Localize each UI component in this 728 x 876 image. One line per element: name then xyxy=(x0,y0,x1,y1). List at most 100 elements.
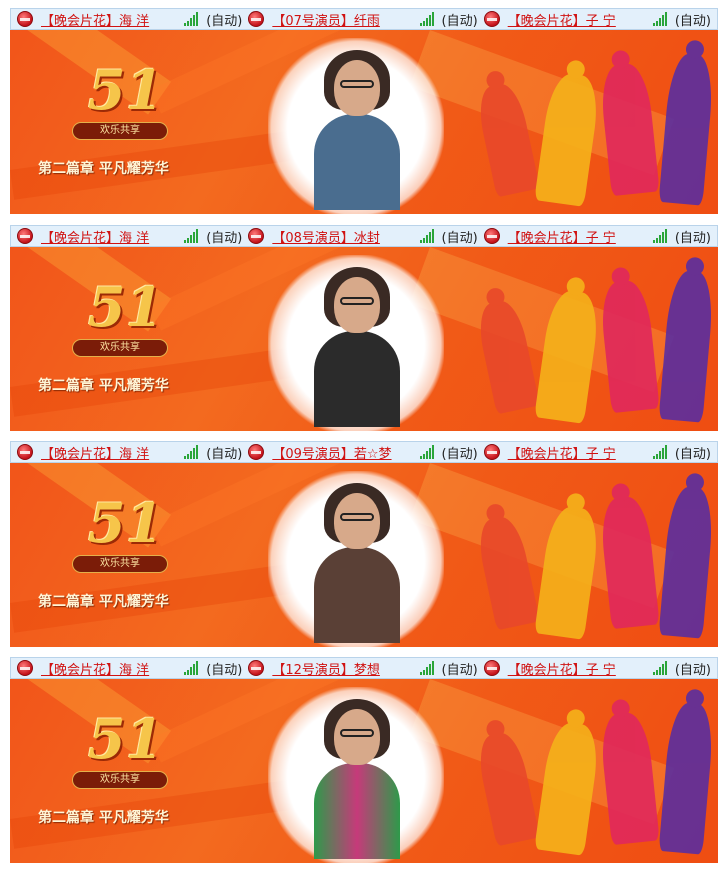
video-stage: 51 欢乐共享 第二篇章 平凡耀芳华 xyxy=(10,30,718,214)
video-panel-2: 【晚会片花】海 洋 (自动) 【08号演员】冰封 (自动) 【晚会片花】子 宁 … xyxy=(10,225,718,431)
user-name-link[interactable]: 【晚会片花】海 洋 xyxy=(41,443,184,462)
signal-strength-icon xyxy=(184,445,200,459)
performer-body xyxy=(314,763,400,859)
user-slot-left[interactable]: 【晚会片花】海 洋 (自动) xyxy=(11,442,248,462)
glasses-icon xyxy=(340,80,374,88)
channel-logo-icon xyxy=(483,444,500,460)
mode-label: (自动) xyxy=(441,662,478,678)
user-name-link[interactable]: 【晚会片花】子 宁 xyxy=(508,659,653,678)
channel-logo-icon xyxy=(483,660,500,676)
channel-logo-icon xyxy=(17,228,33,244)
user-name-link[interactable]: 【晚会片花】海 洋 xyxy=(41,659,184,678)
performer xyxy=(312,267,402,427)
mode-label: (自动) xyxy=(206,662,243,678)
mode-label: (自动) xyxy=(441,446,478,462)
dancer-silhouette xyxy=(534,492,602,640)
badge-number: 51 xyxy=(88,58,164,122)
performer xyxy=(312,699,402,859)
performer-video[interactable] xyxy=(268,687,444,863)
user-slot-center[interactable]: 【08号演员】冰封 (自动) xyxy=(248,226,483,246)
dancer-silhouette xyxy=(534,276,602,424)
banner-subtitle: 第二篇章 平凡耀芳华 xyxy=(38,594,169,610)
channel-logo-icon xyxy=(483,11,500,27)
performer-body xyxy=(314,114,400,210)
badge-number: 51 xyxy=(88,707,164,771)
signal-strength-icon xyxy=(652,661,669,675)
mode-label: (自动) xyxy=(674,230,711,246)
performer-face xyxy=(334,277,380,333)
panel-header: 【晚会片花】海 洋 (自动) 【08号演员】冰封 (自动) 【晚会片花】子 宁 … xyxy=(10,225,718,247)
user-slot-right[interactable]: 【晚会片花】子 宁 (自动) xyxy=(483,9,717,29)
badge-ribbon: 欢乐共享 xyxy=(72,122,168,140)
video-panel-4: 【晚会片花】海 洋 (自动) 【12号演员】梦想 (自动) 【晚会片花】子 宁 … xyxy=(10,657,718,863)
user-name-link[interactable]: 【12号演员】梦想 xyxy=(272,659,419,678)
channel-logo-icon xyxy=(17,660,33,676)
dancers-graphic xyxy=(465,39,716,214)
dancer-silhouette xyxy=(658,39,716,206)
signal-strength-icon xyxy=(184,661,200,675)
performer-video[interactable] xyxy=(268,255,444,431)
user-slot-left[interactable]: 【晚会片花】海 洋 (自动) xyxy=(11,658,248,678)
user-slot-left[interactable]: 【晚会片花】海 洋 (自动) xyxy=(11,226,248,246)
user-slot-left[interactable]: 【晚会片花】海 洋 (自动) xyxy=(11,9,248,29)
user-name-link[interactable]: 【07号演员】纤雨 xyxy=(272,10,419,29)
user-name-link[interactable]: 【晚会片花】海 洋 xyxy=(41,10,184,29)
signal-strength-icon xyxy=(184,229,200,243)
mode-label: (自动) xyxy=(674,13,711,29)
dancer-silhouette xyxy=(598,49,660,197)
dancer-silhouette xyxy=(474,718,540,847)
video-stage: 51 欢乐共享 第二篇章 平凡耀芳华 xyxy=(10,463,718,647)
dancer-silhouette xyxy=(658,472,716,639)
performer xyxy=(312,50,402,210)
dancer-silhouette xyxy=(598,266,660,414)
user-slot-right[interactable]: 【晚会片花】子 宁 (自动) xyxy=(483,226,717,246)
performer-video[interactable] xyxy=(268,471,444,647)
event-51-badge: 51 欢乐共享 xyxy=(64,707,184,797)
badge-ribbon: 欢乐共享 xyxy=(72,555,168,573)
user-name-link[interactable]: 【晚会片花】子 宁 xyxy=(508,227,653,246)
channel-logo-icon xyxy=(17,11,33,27)
user-slot-center[interactable]: 【07号演员】纤雨 (自动) xyxy=(248,9,483,29)
user-name-link[interactable]: 【晚会片花】海 洋 xyxy=(41,227,184,246)
dancer-silhouette xyxy=(598,698,660,846)
signal-strength-icon xyxy=(419,12,436,26)
video-stage: 51 欢乐共享 第二篇章 平凡耀芳华 xyxy=(10,247,718,431)
performer-video[interactable] xyxy=(268,38,444,214)
signal-strength-icon xyxy=(652,445,669,459)
signal-strength-icon xyxy=(419,661,436,675)
banner-subtitle: 第二篇章 平凡耀芳华 xyxy=(38,161,169,177)
mode-label: (自动) xyxy=(441,230,478,246)
mode-label: (自动) xyxy=(206,230,243,246)
badge-ribbon: 欢乐共享 xyxy=(72,771,168,789)
performer-face xyxy=(334,60,380,116)
panel-header: 【晚会片花】海 洋 (自动) 【07号演员】纤雨 (自动) 【晚会片花】子 宁 … xyxy=(10,8,718,30)
signal-strength-icon xyxy=(652,12,669,26)
user-slot-center[interactable]: 【12号演员】梦想 (自动) xyxy=(248,658,483,678)
user-name-link[interactable]: 【08号演员】冰封 xyxy=(272,227,419,246)
channel-logo-icon xyxy=(17,444,33,460)
user-name-link[interactable]: 【晚会片花】子 宁 xyxy=(508,443,653,462)
user-slot-right[interactable]: 【晚会片花】子 宁 (自动) xyxy=(483,442,717,462)
performer-face xyxy=(334,493,380,549)
mode-label: (自动) xyxy=(206,13,243,29)
badge-number: 51 xyxy=(88,491,164,555)
channel-logo-icon xyxy=(248,11,265,27)
channel-logo-icon xyxy=(248,228,265,244)
event-51-badge: 51 欢乐共享 xyxy=(64,275,184,365)
user-name-link[interactable]: 【晚会片花】子 宁 xyxy=(508,10,653,29)
mode-label: (自动) xyxy=(674,662,711,678)
user-slot-center[interactable]: 【09号演员】若☆梦 (自动) xyxy=(248,442,483,462)
badge-ribbon: 欢乐共享 xyxy=(72,339,168,357)
dancers-graphic xyxy=(465,688,716,863)
user-name-link[interactable]: 【09号演员】若☆梦 xyxy=(272,443,419,462)
banner-subtitle: 第二篇章 平凡耀芳华 xyxy=(38,378,169,394)
mode-label: (自动) xyxy=(206,446,243,462)
glasses-icon xyxy=(340,297,374,305)
signal-strength-icon xyxy=(419,229,436,243)
video-stage: 51 欢乐共享 第二篇章 平凡耀芳华 xyxy=(10,679,718,863)
signal-strength-icon xyxy=(184,12,200,26)
dancer-silhouette xyxy=(474,286,540,415)
signal-strength-icon xyxy=(652,229,669,243)
user-slot-right[interactable]: 【晚会片花】子 宁 (自动) xyxy=(483,658,717,678)
video-panel-3: 【晚会片花】海 洋 (自动) 【09号演员】若☆梦 (自动) 【晚会片花】子 宁… xyxy=(10,441,718,647)
